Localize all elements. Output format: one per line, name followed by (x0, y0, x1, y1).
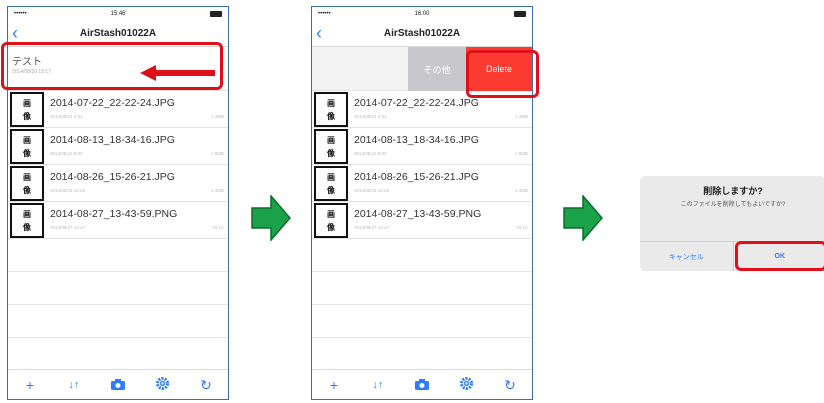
file-name: 2014-08-13_18-34-16.JPG (354, 134, 479, 146)
nav-bar: ‹ AirStash01022A (312, 21, 532, 47)
empty-row (312, 272, 532, 305)
thumb-text: 像 (23, 185, 31, 195)
swipe-left-arrow-icon (140, 65, 215, 81)
thumb-text: 画 (327, 209, 335, 219)
file-date: 2014/08/26 15:29 (354, 188, 390, 193)
file-size: 34.1K (516, 225, 528, 230)
thumb-text: 画 (23, 209, 31, 219)
empty-row (8, 239, 228, 272)
chevron-left-icon[interactable]: ‹ (316, 23, 322, 43)
battery-icon (209, 11, 222, 17)
file-date: 2014/08/21 4:51 (50, 114, 83, 119)
image-thumbnail: 画像 (314, 129, 348, 164)
thumb-text: 像 (327, 148, 335, 158)
bottom-toolbar: + ↓↑ ↻ (312, 369, 532, 399)
thumb-text: 像 (23, 222, 31, 232)
thumb-text: 画 (327, 135, 335, 145)
delete-button-highlight (466, 50, 539, 98)
bottom-toolbar: + ↓↑ ↻ (8, 369, 228, 399)
file-size: 1.4MB (514, 114, 528, 119)
file-name: 2014-08-27_13-43-59.PNG (354, 208, 482, 220)
empty-row (312, 305, 532, 338)
list-item[interactable]: 画像 2014-08-13_18-34-16.JPG 2014/08/21 5:… (8, 128, 228, 165)
carrier-label: •••••• (318, 11, 331, 17)
next-step-arrow-icon (251, 195, 291, 241)
time-label: 16:00 (414, 11, 430, 17)
gear-icon[interactable] (456, 376, 476, 393)
sort-button[interactable]: ↓↑ (64, 377, 84, 393)
list-item[interactable]: 画像 2014-08-26_15-26-21.JPG 2014/08/26 15… (8, 165, 228, 202)
thumb-text: 像 (327, 185, 335, 195)
file-name: 2014-07-22_22-22-24.JPG (354, 97, 479, 109)
battery-icon (513, 11, 526, 17)
list-item[interactable]: 画像 2014-08-13_18-34-16.JPG 2014/08/21 5:… (312, 128, 532, 165)
file-date: 2014/08/21 5:02 (50, 151, 83, 156)
file-name: 2014-08-26_15-26-21.JPG (50, 171, 175, 183)
file-name: 2014-08-26_15-26-21.JPG (354, 171, 479, 183)
cancel-button[interactable]: キャンセル (640, 242, 733, 271)
sort-button[interactable]: ↓↑ (368, 377, 388, 393)
file-name: 2014-08-13_18-34-16.JPG (50, 134, 175, 146)
more-button[interactable]: その他 (408, 47, 466, 91)
thumb-text: 画 (327, 172, 335, 182)
image-thumbnail: 画像 (10, 92, 44, 127)
refresh-button[interactable]: ↻ (196, 377, 216, 393)
add-button[interactable]: + (324, 377, 344, 393)
dialog-title: 削除しますか? (703, 186, 763, 196)
file-size: 2.3MB (514, 188, 528, 193)
thumb-text: 画 (23, 135, 31, 145)
file-date: 2014/08/21 5:02 (354, 151, 387, 156)
list-item[interactable]: 画像 2014-07-22_22-22-24.JPG 2014/08/21 4:… (8, 91, 228, 128)
file-name: 2014-08-27_13-43-59.PNG (50, 208, 178, 220)
file-size: 34.1K (212, 225, 224, 230)
page-title: AirStash01022A (383, 28, 461, 39)
thumb-text: 像 (327, 111, 335, 121)
file-date: 2014/08/21 4:51 (354, 114, 387, 119)
file-date: 2014/08/26 15:29 (50, 188, 86, 193)
image-thumbnail: 画像 (10, 129, 44, 164)
image-thumbnail: 画像 (10, 203, 44, 238)
file-date: 2014/08/27 13:47 (354, 225, 390, 230)
dialog-message: このファイルを削除してもよいですか? (680, 202, 786, 208)
gear-icon[interactable] (152, 376, 172, 393)
page-title: AirStash01022A (79, 28, 157, 39)
file-size: 2.3MB (210, 188, 224, 193)
file-size: 1.5MB (514, 151, 528, 156)
thumb-text: 画 (23, 98, 31, 108)
status-bar: •••••• 16:00 (312, 7, 532, 21)
status-bar: •••••• 15:46 (8, 7, 228, 21)
list-item[interactable]: 画像 2014-08-26_15-26-21.JPG 2014/08/26 15… (312, 165, 532, 202)
image-thumbnail: 画像 (314, 166, 348, 201)
carrier-label: •••••• (14, 11, 27, 17)
empty-row (312, 239, 532, 272)
file-date: 2014/08/27 13:47 (50, 225, 86, 230)
camera-icon[interactable] (108, 377, 128, 393)
time-label: 15:46 (110, 11, 126, 17)
next-step-arrow-icon (563, 195, 603, 241)
file-size: 1.4MB (210, 114, 224, 119)
camera-icon[interactable] (412, 377, 432, 393)
thumb-text: 像 (23, 111, 31, 121)
add-button[interactable]: + (20, 377, 40, 393)
file-size: 1.5MB (210, 151, 224, 156)
image-thumbnail: 画像 (314, 203, 348, 238)
ok-button-highlight (735, 241, 824, 271)
thumb-text: 像 (23, 148, 31, 158)
list-item[interactable]: 画像 2014-08-27_13-43-59.PNG 2014/08/27 13… (8, 202, 228, 239)
chevron-left-icon[interactable]: ‹ (12, 23, 18, 43)
thumb-text: 画 (23, 172, 31, 182)
image-thumbnail: 画像 (10, 166, 44, 201)
refresh-button[interactable]: ↻ (500, 377, 520, 393)
thumb-text: 像 (327, 222, 335, 232)
file-name: 2014-07-22_22-22-24.JPG (50, 97, 175, 109)
thumb-text: 画 (327, 98, 335, 108)
image-thumbnail: 画像 (314, 92, 348, 127)
empty-row (8, 272, 228, 305)
list-item[interactable]: 画像 2014-08-27_13-43-59.PNG 2014/08/27 13… (312, 202, 532, 239)
empty-row (8, 305, 228, 338)
